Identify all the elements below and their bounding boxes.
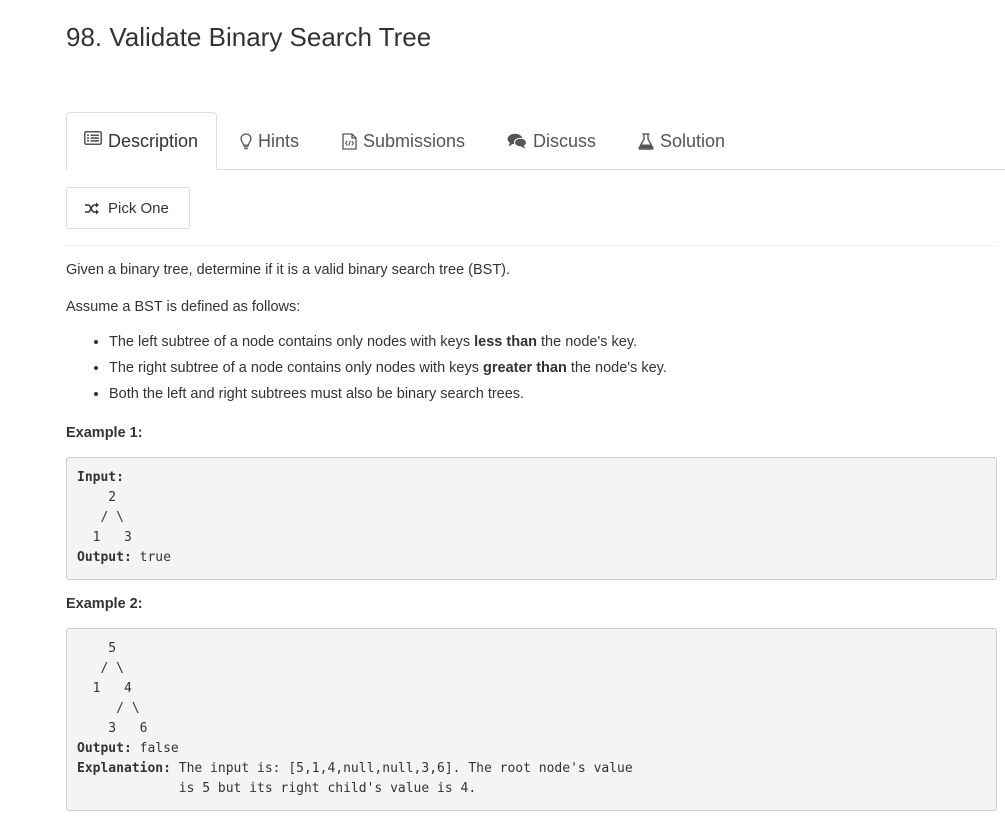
tab-label-discuss: Discuss xyxy=(533,130,597,151)
section-divider xyxy=(66,245,997,246)
description-intro: Given a binary tree, determine if it is … xyxy=(66,262,511,278)
description-assume: Assume a BST is defined as follows: xyxy=(66,299,301,315)
tab-hints[interactable]: Hints xyxy=(240,112,299,170)
output-value: true xyxy=(139,550,171,565)
output-label: Output: xyxy=(77,550,132,565)
pick-one-button[interactable]: Pick One xyxy=(66,187,190,229)
lightbulb-icon xyxy=(240,132,252,150)
example-2-code: 5 / \ 1 4 / \ 3 6 Output: false Explanat… xyxy=(66,628,997,811)
page-title: 98. Validate Binary Search Tree xyxy=(66,22,432,52)
example-1-code: Input: 2 / \ 1 3 Output: true xyxy=(66,457,997,580)
list-alt-icon xyxy=(84,131,102,145)
example-1-tree: 2 / \ 1 3 xyxy=(92,490,132,545)
shuffle-icon xyxy=(84,202,100,215)
tab-label-description: Description xyxy=(108,131,199,151)
comments-icon xyxy=(507,133,527,149)
tab-discuss[interactable]: Discuss xyxy=(507,112,596,170)
pick-one-label: Pick One xyxy=(108,199,169,217)
explanation-label: Explanation: xyxy=(77,761,171,776)
list-item: The right subtree of a node contains onl… xyxy=(109,360,667,377)
list-item: The left subtree of a node contains only… xyxy=(109,334,667,351)
example-1-label: Example 1: xyxy=(66,425,143,441)
tab-description[interactable]: Description xyxy=(66,112,217,170)
output-label: Output: xyxy=(77,741,132,756)
output-value: false xyxy=(139,741,179,756)
example-2-label: Example 2: xyxy=(66,596,143,612)
tab-label-hints: Hints xyxy=(258,130,300,151)
input-label: Input: xyxy=(77,470,124,485)
tab-label-submissions: Submissions xyxy=(363,130,466,151)
bst-rules-list: The left subtree of a node contains only… xyxy=(66,334,667,412)
example-2-tree: 5 / \ 1 4 / \ 3 6 xyxy=(92,641,148,736)
tab-label-solution: Solution xyxy=(660,130,726,151)
tab-solution[interactable]: Solution xyxy=(638,112,725,170)
tab-bar: Description Hints Submissions Discuss So… xyxy=(66,112,1005,170)
flask-icon xyxy=(638,132,654,150)
explanation-text-line-1: The input is: [5,1,4,null,null,3,6]. The… xyxy=(178,761,633,776)
tab-submissions[interactable]: Submissions xyxy=(342,112,465,170)
explanation-text-line-2: is 5 but its right child's value is 4. xyxy=(77,781,477,796)
list-item: Both the left and right subtrees must al… xyxy=(109,386,667,403)
code-file-icon xyxy=(342,132,357,150)
